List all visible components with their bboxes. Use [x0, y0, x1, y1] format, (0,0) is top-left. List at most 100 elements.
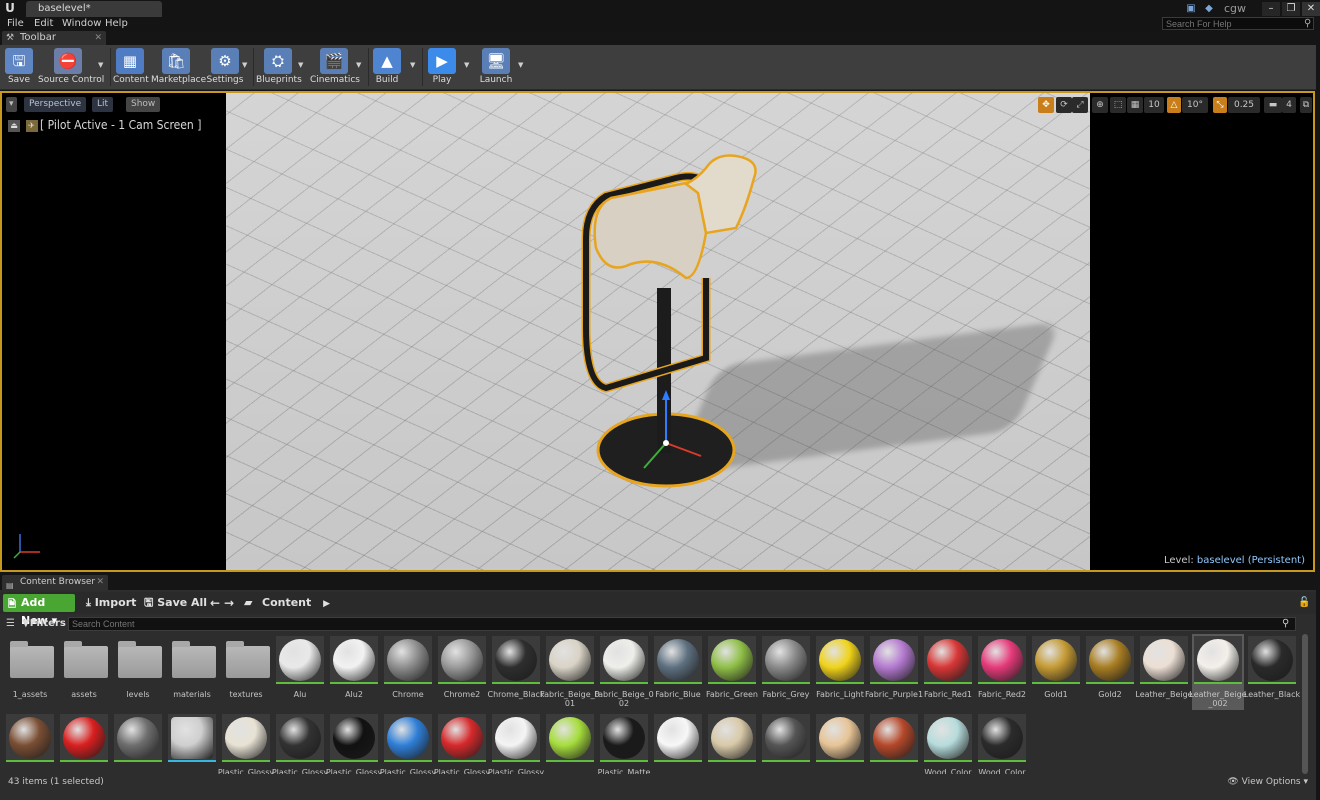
path-breadcrumb-content[interactable]: Content ▶ — [262, 594, 330, 613]
asset-grid-scrollbar[interactable] — [1302, 634, 1308, 774]
rotation-snap-value[interactable]: 10° — [1182, 97, 1208, 113]
lock-icon[interactable]: 🔓 — [1298, 594, 1310, 612]
source-control-button[interactable]: ⛔ Source Control — [38, 46, 104, 88]
asset-item[interactable]: Plastic_Glossy — [380, 712, 436, 774]
scale-mode-icon[interactable]: ⤢ — [1072, 97, 1088, 113]
level-viewport[interactable]: ▾ Perspective Lit Show ✥ ⟳ ⤢ ⊕ ⬚ ▦ 10 △ … — [0, 91, 1315, 572]
menu-edit[interactable]: Edit — [34, 17, 53, 31]
level-document-tab[interactable]: baselevel* — [26, 1, 162, 17]
perspective-button[interactable]: Perspective — [24, 97, 87, 112]
camera-speed-icon[interactable]: ▬ — [1264, 97, 1282, 113]
path-arrow-icon[interactable]: ▶ — [323, 599, 330, 609]
world-space-icon[interactable]: ⊕ — [1092, 97, 1108, 113]
close-icon[interactable]: ✕ — [94, 31, 102, 45]
scale-snap-value[interactable]: 0.25 — [1228, 97, 1260, 113]
content-browser-tab[interactable]: ▤ Content Browser ✕ — [2, 575, 108, 590]
lit-button[interactable]: Lit — [92, 97, 114, 112]
folder-item[interactable]: textures — [220, 634, 272, 710]
asset-item[interactable]: Plastic_Glossy — [326, 712, 382, 774]
asset-item[interactable]: Alu — [274, 634, 326, 710]
asset-item[interactable] — [4, 712, 56, 774]
viewport-options-button[interactable]: ▾ — [6, 97, 17, 112]
content-search-input[interactable] — [68, 617, 1296, 631]
asset-item[interactable]: Wood_Color — [976, 712, 1028, 774]
asset-item[interactable] — [112, 712, 164, 774]
play-button[interactable]: ▶ Play — [426, 46, 458, 88]
asset-item[interactable]: Chrome2 — [436, 634, 488, 710]
toolbar-panel-tab[interactable]: ⚒ Toolbar ✕ — [2, 31, 106, 45]
asset-item[interactable]: Fabric_Purple1 — [865, 634, 923, 710]
asset-item[interactable] — [814, 712, 866, 774]
launch-button[interactable]: 🖥 Launch — [478, 46, 514, 88]
back-arrow-icon[interactable]: ← — [210, 594, 220, 612]
close-button[interactable]: ✕ — [1302, 1, 1320, 16]
play-dropdown[interactable]: ▼ — [464, 61, 472, 69]
blueprints-button[interactable]: ⛭ Blueprints — [256, 46, 302, 88]
asset-item[interactable]: Chrome_Black — [487, 634, 545, 710]
asset-item[interactable]: Wood_Color — [922, 712, 974, 774]
rotation-snap-icon[interactable]: △ — [1167, 97, 1181, 113]
bar-stool-mesh[interactable] — [566, 138, 766, 498]
cinematics-button[interactable]: 🎬 Cinematics — [310, 46, 360, 88]
asset-item[interactable] — [544, 712, 596, 774]
menu-window[interactable]: Window — [62, 17, 101, 31]
camera-speed-value[interactable]: 4 — [1282, 97, 1296, 113]
asset-item[interactable]: Fabric_Red2 — [976, 634, 1028, 710]
asset-item[interactable] — [868, 712, 920, 774]
grid-snap-value[interactable]: 10 — [1144, 97, 1164, 113]
chat-icon[interactable]: ▣ — [1184, 3, 1198, 15]
asset-item[interactable]: Plastic_Glossy — [218, 712, 274, 774]
marketplace-button[interactable]: 🛍 Marketplace — [151, 46, 206, 88]
asset-item[interactable]: Fabric_Blue — [652, 634, 704, 710]
settings-dropdown[interactable]: ▼ — [242, 61, 250, 69]
asset-item[interactable] — [760, 712, 812, 774]
sources-panel-icon[interactable]: ☰ — [6, 618, 15, 629]
asset-item[interactable] — [706, 712, 758, 774]
menu-file[interactable]: File — [7, 17, 24, 31]
forward-arrow-icon[interactable]: → — [224, 594, 234, 612]
rotate-mode-icon[interactable]: ⟳ — [1056, 97, 1072, 113]
scale-snap-icon[interactable]: ⤡ — [1213, 97, 1227, 113]
asset-item[interactable]: Gold1 — [1030, 634, 1082, 710]
asset-item[interactable] — [58, 712, 110, 774]
notifications-icon[interactable]: ◆ — [1202, 3, 1216, 15]
help-search-input[interactable] — [1162, 17, 1314, 30]
asset-item[interactable]: Leather_Beige_002 — [1189, 634, 1247, 710]
surface-snap-icon[interactable]: ⬚ — [1110, 97, 1126, 113]
view-options-button[interactable]: 👁 View Options ▾ — [1227, 777, 1308, 787]
eject-icon[interactable]: ⏏ — [8, 120, 20, 132]
asset-item[interactable] — [652, 712, 704, 774]
filters-dropdown[interactable]: ▼Filters ▾ — [22, 616, 74, 632]
asset-item[interactable]: Alu2 — [328, 634, 380, 710]
pilot-actor-icon[interactable]: ✈ — [25, 120, 38, 132]
settings-button[interactable]: ⚙ Settings — [206, 46, 244, 88]
asset-item[interactable]: Chrome — [382, 634, 434, 710]
minimize-button[interactable]: – — [1262, 1, 1280, 16]
asset-item[interactable]: Fabric_Red1 — [922, 634, 974, 710]
asset-item[interactable]: Gold2 — [1084, 634, 1136, 710]
asset-item[interactable]: Leather_Beige — [1135, 634, 1193, 710]
asset-item[interactable]: Fabric_Grey — [760, 634, 812, 710]
maximize-button[interactable]: ❐ — [1282, 1, 1300, 16]
source-control-dropdown[interactable]: ▼ — [98, 61, 106, 69]
build-button[interactable]: ▲ Build — [372, 46, 402, 88]
grid-snap-icon[interactable]: ▦ — [1127, 97, 1143, 113]
folder-item[interactable]: levels — [112, 634, 164, 710]
asset-item[interactable] — [166, 712, 218, 774]
blueprints-dropdown[interactable]: ▼ — [298, 61, 306, 69]
folder-item[interactable]: assets — [58, 634, 110, 710]
asset-item[interactable]: Plastic_Glossy — [488, 712, 544, 774]
show-button[interactable]: Show — [126, 97, 161, 112]
close-icon[interactable]: ✕ — [96, 575, 104, 590]
launch-dropdown[interactable]: ▼ — [518, 61, 526, 69]
menu-help[interactable]: Help — [105, 17, 128, 31]
folder-item[interactable]: materials — [166, 634, 218, 710]
asset-item[interactable]: Fabric_Light — [814, 634, 866, 710]
folder-item[interactable]: 1_assets — [4, 634, 56, 710]
maximize-viewport-icon[interactable]: ⧉ — [1300, 97, 1312, 113]
asset-item[interactable]: Fabric_Beige_001 — [540, 634, 600, 710]
content-button[interactable]: ▦ Content — [113, 46, 149, 88]
search-icon[interactable]: ⚲ — [1304, 17, 1311, 30]
asset-item[interactable]: Plastic_Matte — [598, 712, 650, 774]
viewport-scene[interactable] — [226, 93, 1090, 570]
